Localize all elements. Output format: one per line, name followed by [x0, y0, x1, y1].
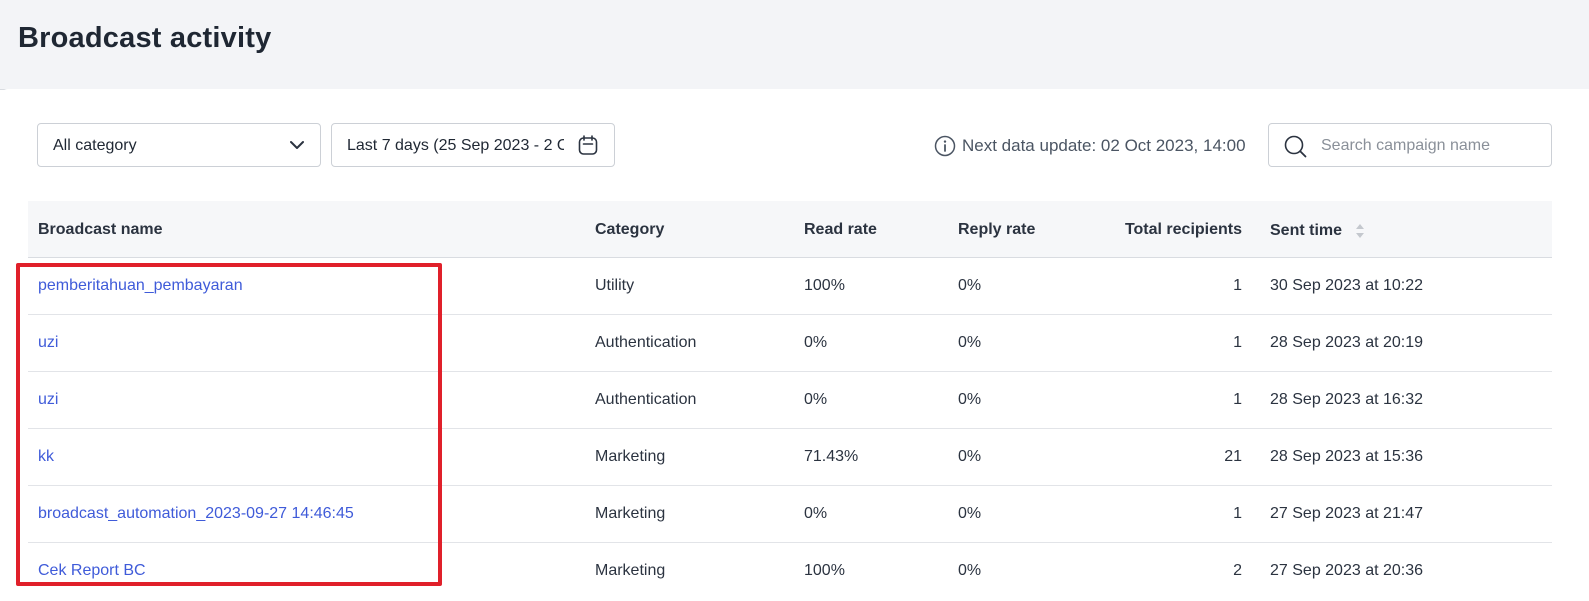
read-rate-cell: 71.43%: [804, 448, 859, 465]
date-range-picker[interactable]: Last 7 days (25 Sep 2023 - 2 Oct 2023): [331, 123, 615, 167]
total-recipients-cell: 1: [1233, 277, 1242, 294]
broadcast-name-link[interactable]: Cek Report BC: [38, 562, 146, 580]
category-cell: Utility: [595, 277, 635, 294]
category-cell: Marketing: [595, 448, 666, 465]
chevron-down-icon: [290, 141, 304, 149]
broadcast-name-link[interactable]: pemberitahuan_pembayaran: [38, 277, 243, 295]
broadcast-name-link[interactable]: broadcast_automation_2023-09-27 14:46:45: [38, 505, 354, 523]
table-row: pemberitahuan_pembayaran Utility 100% 0%…: [28, 258, 1552, 315]
next-update-text: Next data update: 02 Oct 2023, 14:00: [962, 136, 1246, 155]
reply-rate-cell: 0%: [958, 391, 982, 408]
category-cell: Authentication: [595, 334, 697, 351]
category-cell: Authentication: [595, 391, 697, 408]
reply-rate-cell: 0%: [958, 277, 982, 294]
search-input[interactable]: [1321, 134, 1541, 158]
table-row: Cek Report BC Marketing 100% 0% 2 27 Sep…: [28, 543, 1552, 600]
column-header-read-rate: Read rate: [804, 221, 877, 238]
read-rate-cell: 0%: [804, 505, 828, 522]
column-header-sent-time[interactable]: Sent time: [1270, 222, 1342, 240]
reply-rate-cell: 0%: [958, 505, 982, 522]
read-rate-cell: 100%: [804, 277, 845, 294]
date-range-value: Last 7 days (25 Sep 2023 - 2 Oct 2023): [347, 137, 564, 154]
search-icon: [1284, 135, 1307, 158]
sent-time-cell: 28 Sep 2023 at 16:32: [1270, 391, 1424, 408]
table-row: kk Marketing 71.43% 0% 21 28 Sep 2023 at…: [28, 429, 1552, 486]
read-rate-cell: 100%: [804, 562, 845, 579]
sort-icon[interactable]: [1355, 222, 1365, 240]
total-recipients-cell: 1: [1233, 505, 1242, 522]
broadcast-name-link[interactable]: kk: [38, 448, 54, 466]
column-header-category: Category: [595, 221, 665, 238]
reply-rate-cell: 0%: [958, 562, 982, 579]
broadcast-name-link[interactable]: uzi: [38, 391, 58, 409]
page-header: Broadcast activity: [0, 0, 1589, 90]
broadcast-table: Broadcast name Category Read rate Reply …: [28, 201, 1552, 600]
column-header-total-recipients: Total recipients: [1124, 221, 1242, 238]
table-row: uzi Authentication 0% 0% 1 28 Sep 2023 a…: [28, 315, 1552, 372]
sent-time-cell: 30 Sep 2023 at 10:22: [1270, 277, 1424, 294]
calendar-icon: [578, 135, 598, 155]
sent-time-cell: 28 Sep 2023 at 20:19: [1270, 334, 1424, 351]
category-select-value: All category: [53, 137, 137, 154]
total-recipients-cell: 21: [1224, 448, 1242, 465]
info-icon: [934, 135, 956, 157]
reply-rate-cell: 0%: [958, 334, 982, 351]
category-cell: Marketing: [595, 505, 666, 522]
page-title: Broadcast activity: [18, 22, 272, 54]
table-header: Broadcast name Category Read rate Reply …: [28, 201, 1552, 258]
search-box[interactable]: [1268, 123, 1552, 167]
total-recipients-cell: 1: [1233, 334, 1242, 351]
read-rate-cell: 0%: [804, 391, 828, 408]
sent-time-cell: 27 Sep 2023 at 20:36: [1270, 562, 1424, 579]
sent-time-cell: 27 Sep 2023 at 21:47: [1270, 505, 1424, 522]
broadcast-name-link[interactable]: uzi: [38, 334, 58, 352]
next-update-notice: Next data update: 02 Oct 2023, 14:00: [934, 134, 1246, 158]
table-row: broadcast_automation_2023-09-27 14:46:45…: [28, 486, 1552, 543]
category-select[interactable]: All category: [37, 123, 321, 167]
column-header-reply-rate: Reply rate: [958, 221, 1036, 238]
reply-rate-cell: 0%: [958, 448, 982, 465]
total-recipients-cell: 1: [1233, 391, 1242, 408]
table-row: uzi Authentication 0% 0% 1 28 Sep 2023 a…: [28, 372, 1552, 429]
read-rate-cell: 0%: [804, 334, 828, 351]
column-header-name: Broadcast name: [38, 221, 163, 238]
sent-time-cell: 28 Sep 2023 at 15:36: [1270, 448, 1424, 465]
category-cell: Marketing: [595, 562, 666, 579]
total-recipients-cell: 2: [1233, 562, 1242, 579]
